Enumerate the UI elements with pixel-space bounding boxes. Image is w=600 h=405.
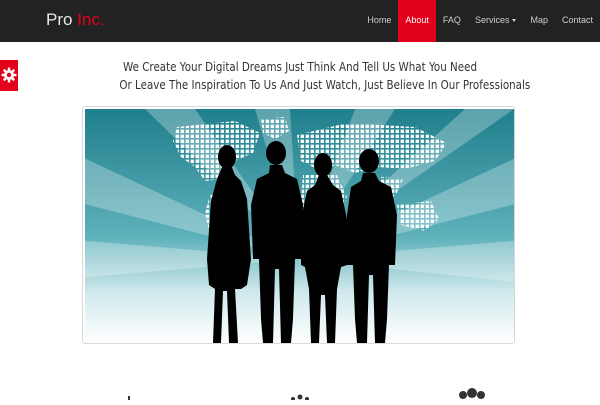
nav-contact[interactable]: Contact bbox=[555, 0, 600, 42]
brand-suffix: Inc. bbox=[72, 10, 105, 29]
feature-icons-partial bbox=[128, 388, 485, 401]
nav-map[interactable]: Map bbox=[523, 0, 555, 42]
pen-icon-partial bbox=[128, 396, 130, 400]
nav-about-label: About bbox=[405, 15, 429, 25]
nav-faq-label: FAQ bbox=[442, 15, 461, 25]
caret-down-icon bbox=[512, 19, 517, 23]
nav-services[interactable]: Services bbox=[468, 0, 524, 42]
brand-logo[interactable]: Pro Inc. bbox=[46, 10, 105, 30]
features-row-partial bbox=[0, 384, 600, 401]
nav-about[interactable]: About bbox=[398, 0, 436, 42]
main-nav: Home About FAQ Services Map Contact bbox=[360, 0, 600, 42]
nav-services-label: Services bbox=[474, 15, 510, 25]
team-silhouette-illustration bbox=[85, 109, 514, 343]
headline-line-2: Or Leave The Inspiration To Us And Just … bbox=[119, 78, 531, 92]
headline: We Create Your Digital Dreams Just Think… bbox=[119, 58, 531, 94]
navbar: Pro Inc. Home About FAQ Services Map Con… bbox=[0, 0, 600, 42]
headline-line-1: We Create Your Digital Dreams Just Think… bbox=[123, 60, 477, 74]
nav-map-label: Map bbox=[530, 15, 548, 25]
nav-contact-label: Contact bbox=[561, 15, 593, 25]
nav-faq[interactable]: FAQ bbox=[436, 0, 468, 42]
group-icon-partial bbox=[459, 391, 467, 399]
nav-home[interactable]: Home bbox=[360, 0, 398, 42]
settings-toggle-button[interactable] bbox=[0, 60, 18, 91]
gear-icon bbox=[1, 67, 17, 83]
brand-name: Pro bbox=[46, 10, 73, 29]
hero-image bbox=[82, 106, 515, 344]
nav-home-label: Home bbox=[367, 15, 392, 25]
